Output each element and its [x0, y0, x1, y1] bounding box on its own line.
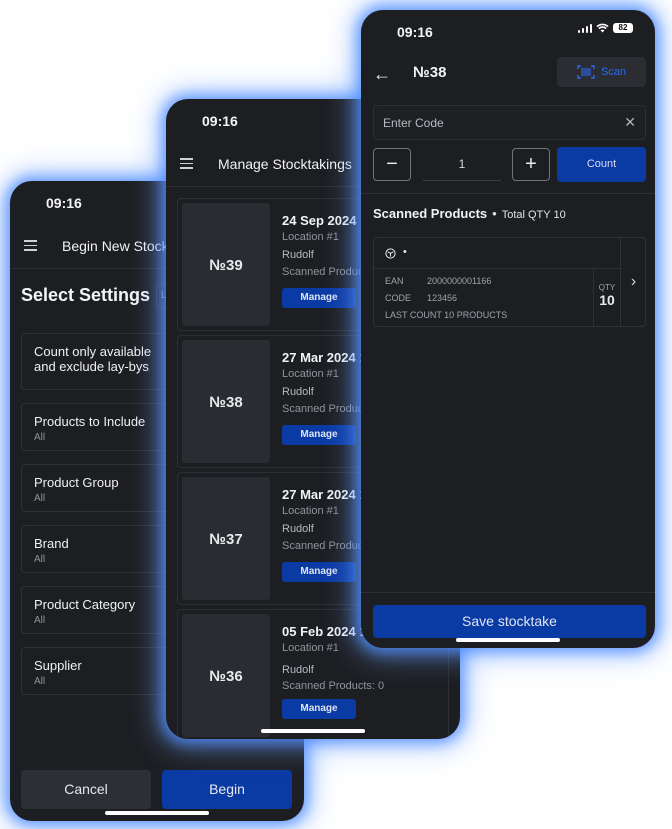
product-card[interactable]: • EAN 2000000001166 CODE 123456 LAST COU…	[373, 237, 646, 327]
cube-icon	[385, 248, 396, 259]
quantity-field[interactable]: 1	[423, 148, 501, 181]
menu-icon[interactable]	[180, 158, 193, 169]
stocktake-number-box: №39	[182, 203, 270, 326]
barcode-scan-icon	[577, 65, 595, 79]
stocktake-user: Rudolf	[282, 386, 314, 398]
stocktake-scanned: Scanned Products	[282, 266, 372, 278]
stocktake-number: №36	[209, 668, 243, 685]
increment-button[interactable]: +	[512, 148, 550, 181]
status-time: 09:16	[202, 113, 238, 129]
chevron-right-icon[interactable]: ›	[620, 238, 646, 326]
stocktake-location: Location #1	[282, 368, 339, 380]
menu-icon[interactable]	[24, 240, 37, 251]
status-time: 09:16	[397, 24, 433, 40]
stocktake-number: №38	[209, 394, 243, 411]
code-value: 123456	[427, 293, 458, 303]
qty-value: 10	[599, 292, 615, 308]
stocktake-number-box: №36	[182, 614, 270, 737]
wifi-icon	[596, 23, 609, 33]
scanned-products-title: Scanned Products	[373, 206, 488, 221]
manage-button[interactable]: Manage	[282, 425, 356, 445]
ean-label: EAN	[385, 276, 404, 286]
manage-button[interactable]: Manage	[282, 562, 356, 582]
cancel-button[interactable]: Cancel	[21, 770, 151, 809]
header-title: Manage Stocktakings	[218, 156, 352, 172]
stocktake-location: Location #1	[282, 642, 339, 654]
stocktake-number-box: №37	[182, 477, 270, 600]
status-time: 09:16	[46, 195, 82, 211]
setting-title: Count only available and exclude lay-bys	[34, 344, 152, 374]
manage-button[interactable]: Manage	[282, 699, 356, 719]
stocktake-number: №37	[209, 531, 243, 548]
battery-icon: 82	[613, 23, 633, 33]
code-input[interactable]	[374, 106, 604, 139]
back-arrow-icon[interactable]: ←	[373, 64, 391, 85]
last-count: LAST COUNT 10 PRODUCTS	[385, 310, 508, 320]
divider	[361, 193, 655, 194]
qty-column: QTY 10	[593, 269, 620, 326]
status-icons: 82	[577, 23, 633, 33]
stocktake-title: №38	[413, 64, 447, 81]
divider	[361, 592, 655, 593]
stocktake-user: Rudolf	[282, 523, 314, 535]
begin-button[interactable]: Begin	[162, 770, 292, 809]
ean-value: 2000000001166	[427, 276, 492, 286]
product-header: •	[374, 238, 620, 269]
code-input-wrapper: ✕	[373, 105, 646, 140]
save-stocktake-button[interactable]: Save stocktake	[373, 605, 646, 638]
decrement-button[interactable]: −	[373, 148, 411, 181]
qty-label: QTY	[598, 283, 616, 292]
home-indicator	[456, 638, 560, 642]
scan-button[interactable]: Scan	[557, 57, 646, 87]
home-indicator	[105, 811, 209, 815]
stocktake-location: Location #1	[282, 231, 339, 243]
stocktake-user: Rudolf	[282, 249, 314, 261]
code-row: CODE 123456	[385, 293, 457, 303]
scanned-products-heading: Scanned Products • Total QTY 10	[373, 206, 566, 221]
stocktake-number: №39	[209, 257, 243, 274]
stocktake-location: Location #1	[282, 505, 339, 517]
scan-label: Scan	[600, 66, 627, 78]
total-qty: Total QTY 10	[501, 209, 566, 221]
separator-dot: •	[492, 206, 497, 221]
home-indicator	[261, 729, 365, 733]
clear-icon[interactable]: ✕	[624, 114, 636, 131]
product-name: •	[403, 246, 407, 258]
stocktake-user: Rudolf	[282, 664, 314, 676]
code-label: CODE	[385, 293, 412, 303]
stocktake-scanned: Scanned Products: 0	[282, 680, 385, 692]
stocktake-scanned: Scanned Products	[282, 540, 372, 552]
count-button[interactable]: Count	[557, 147, 646, 182]
stocktake-scanned: Scanned Products	[282, 403, 372, 415]
section-title: Select Settings	[21, 285, 151, 305]
stocktake-number-box: №38	[182, 340, 270, 463]
manage-button[interactable]: Manage	[282, 288, 356, 308]
signal-icon	[577, 23, 592, 33]
stocktake-detail-screen: 09:16 82 ← №38 Scan ✕ − 1 + Count Scanne…	[361, 10, 655, 648]
ean-row: EAN 2000000001166	[385, 276, 491, 286]
